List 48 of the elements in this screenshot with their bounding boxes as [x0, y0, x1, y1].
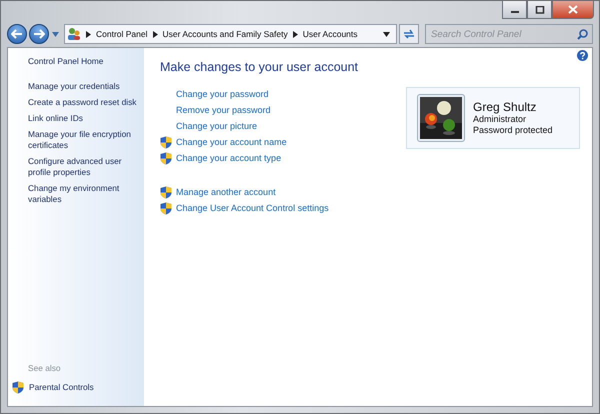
task-link[interactable]: Change your account name — [176, 137, 287, 147]
forward-button[interactable] — [29, 24, 49, 44]
task-link[interactable]: Change your password — [176, 89, 269, 99]
account-type: Administrator — [473, 114, 528, 125]
maximize-icon — [534, 6, 544, 14]
shield-icon — [160, 186, 172, 198]
forward-arrow-icon — [33, 29, 45, 39]
chevron-icon — [152, 30, 158, 38]
back-button[interactable] — [7, 24, 27, 44]
maximize-button[interactable] — [527, 1, 552, 19]
dropdown-icon[interactable] — [383, 32, 390, 36]
search-field[interactable]: Search Control Panel — [425, 24, 593, 44]
see-also-heading: See also — [28, 363, 62, 374]
shield-icon — [160, 202, 172, 214]
page-heading: Make changes to your user account — [160, 60, 360, 74]
sidebar-link[interactable]: Manage your file encryption certificates — [28, 129, 142, 151]
sidebar-link[interactable]: Manage your credentials — [28, 81, 142, 92]
users-icon — [67, 27, 81, 41]
task-link[interactable]: Manage another account — [176, 187, 276, 197]
task-link[interactable]: Remove your password — [176, 105, 271, 115]
search-icon — [577, 29, 588, 40]
account-name: Greg Shultz — [473, 100, 538, 114]
sidebar-link[interactable]: Link online IDs — [28, 113, 142, 124]
refresh-button[interactable] — [399, 24, 419, 44]
sidebar-link[interactable]: Configure advanced user profile properties — [28, 156, 142, 178]
close-icon — [568, 5, 578, 14]
help-icon[interactable] — [577, 50, 588, 61]
sidebar-link[interactable]: Create a password reset disk — [28, 97, 142, 108]
task-link[interactable]: Change your account type — [176, 153, 282, 163]
refresh-icon — [403, 29, 415, 39]
breadcrumb[interactable]: User Accounts — [302, 29, 358, 39]
shield-icon — [160, 152, 172, 164]
chevron-icon — [292, 30, 298, 38]
task-link[interactable]: Change User Account Control settings — [176, 203, 329, 213]
sidebar-link[interactable]: Control Panel Home — [28, 56, 144, 67]
account-status: Password protected — [473, 125, 553, 136]
sidebar-link[interactable]: Parental Controls — [29, 382, 94, 393]
breadcrumb[interactable]: Control Panel — [96, 29, 148, 39]
close-button[interactable] — [552, 1, 594, 19]
shield-icon — [160, 136, 172, 148]
minimize-button[interactable] — [502, 1, 527, 19]
sidebar-link[interactable]: Change my environment variables — [28, 183, 142, 205]
back-arrow-icon — [11, 29, 23, 39]
breadcrumb[interactable]: User Accounts and Family Safety — [162, 29, 288, 39]
chevron-icon — [86, 30, 91, 38]
task-link[interactable]: Change your picture — [176, 121, 258, 131]
shield-icon — [12, 381, 24, 394]
address-bar[interactable]: Control Panel User Accounts and Family Safety User Accounts — [64, 24, 397, 44]
